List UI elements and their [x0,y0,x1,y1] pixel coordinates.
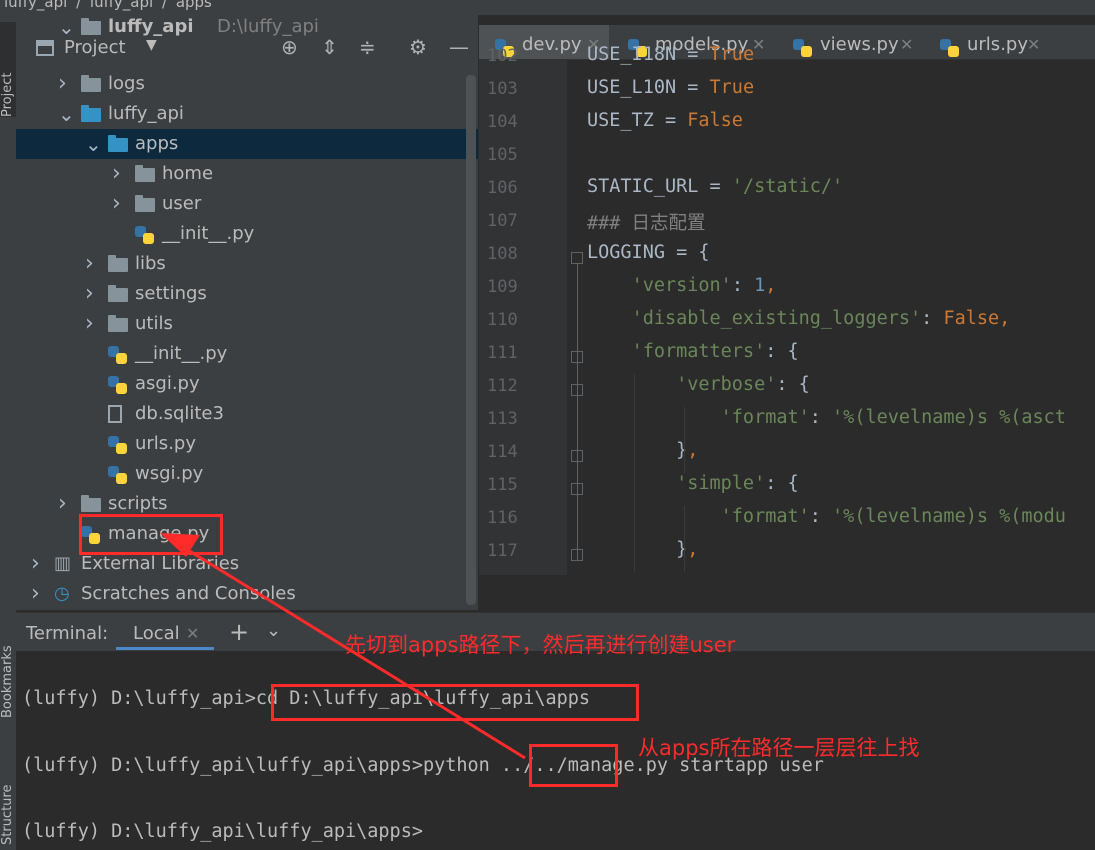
highlight-manage-py [79,514,223,555]
annotation-note: 从apps所在路径一层层往上找 [638,736,920,760]
annotation-overlay [160,533,526,760]
highlight-relative-path [529,744,618,787]
annotation-note: 先切到apps路径下，然后再进行创建user [345,633,736,657]
highlight-cd-command [271,684,639,721]
